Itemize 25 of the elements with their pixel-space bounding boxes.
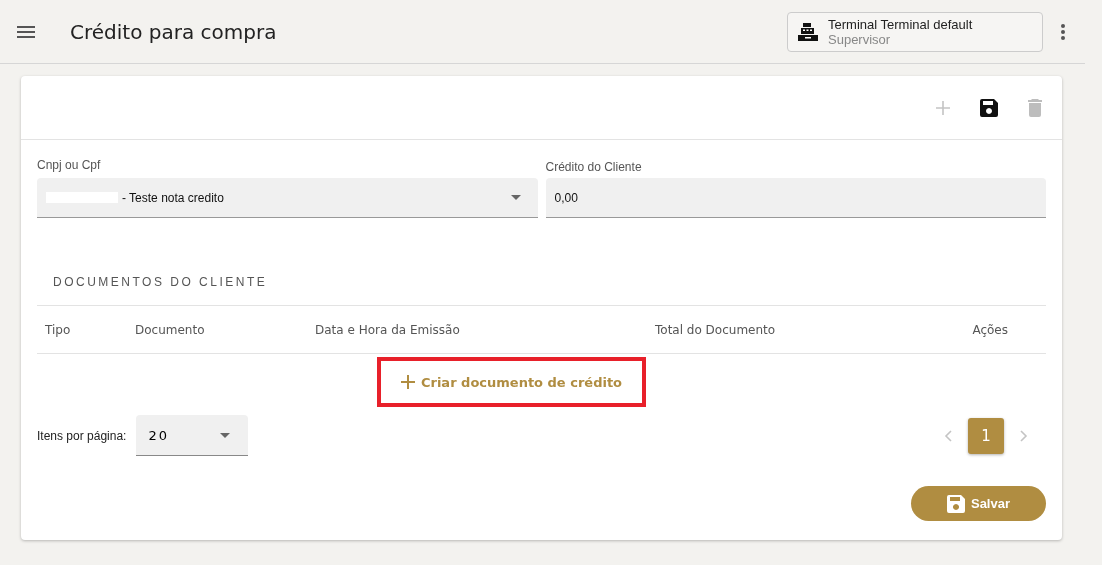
column-header: Ações	[971, 322, 1009, 337]
more-icon[interactable]	[1061, 23, 1065, 40]
page-title: Crédito para compra	[70, 19, 277, 44]
column-header: Total do Documento	[655, 322, 777, 337]
dropdown-icon	[510, 195, 521, 200]
terminal-name: Terminal Terminal default	[828, 16, 973, 32]
page-size-select[interactable]: 20	[136, 415, 249, 456]
cash-register-icon	[798, 22, 818, 41]
column-header: Documento	[135, 322, 206, 337]
save-icon	[946, 494, 965, 513]
terminal-selector[interactable]: Terminal Terminal default Supervisor	[787, 11, 1043, 52]
plus-icon	[400, 375, 415, 389]
save-icon[interactable]	[980, 98, 998, 117]
field-label: Cnpj ou Cpf	[37, 157, 102, 174]
items-per-page-label: Itens por página:	[37, 428, 127, 443]
section-title: DOCUMENTOS DO CLIENTE	[53, 275, 269, 291]
menu-icon[interactable]	[17, 25, 35, 38]
customer-select[interactable]: - Teste nota credito	[37, 178, 538, 218]
field-label: Crédito do Cliente	[545, 159, 643, 176]
terminal-role: Supervisor	[828, 31, 892, 47]
column-header: Data e Hora da Emissão	[315, 322, 461, 337]
field-value: - Teste nota credito	[122, 190, 224, 205]
credit-field[interactable]: 0,00	[545, 178, 1046, 218]
dropdown-icon	[220, 432, 231, 438]
column-header: Tipo	[45, 322, 72, 337]
